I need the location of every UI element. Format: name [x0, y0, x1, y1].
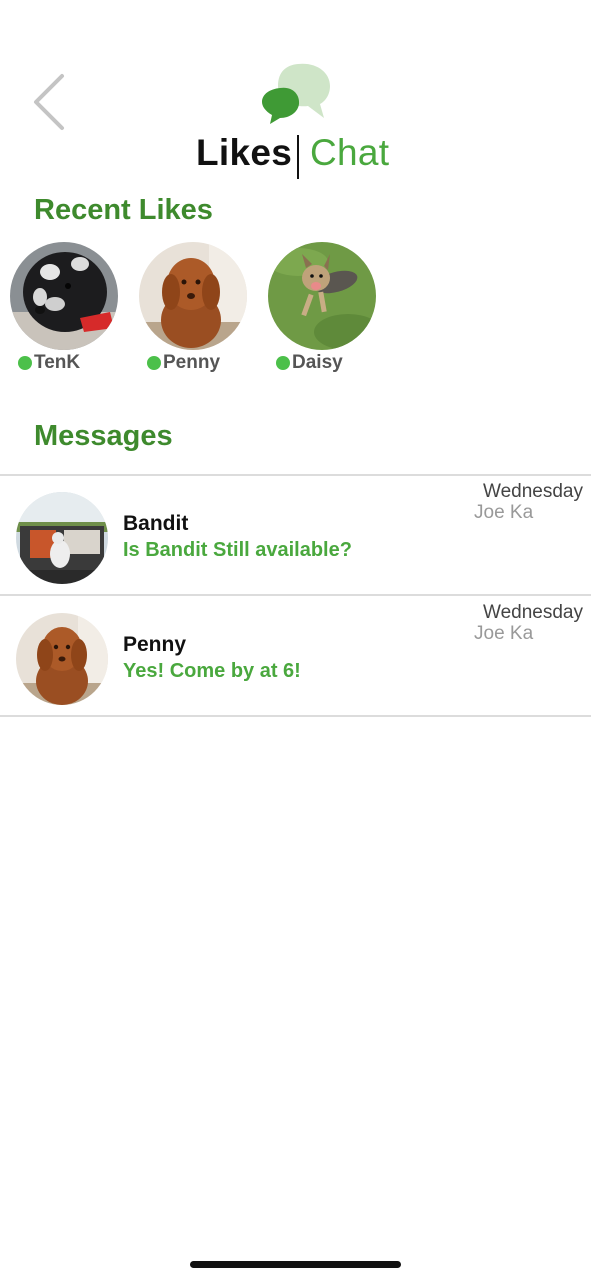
like-item-daisy[interactable]: Daisy	[268, 242, 388, 373]
message-day: Wednesday	[483, 481, 583, 502]
like-name: Penny	[147, 352, 220, 374]
back-button[interactable]	[28, 72, 72, 132]
message-row-bandit[interactable]: Bandit Is Bandit Still available? Wednes…	[0, 476, 591, 596]
message-sender: Joe Ka	[474, 623, 534, 644]
like-item-tenk[interactable]: TenK	[10, 242, 130, 373]
home-indicator[interactable]	[190, 1261, 401, 1268]
recent-likes-list: TenK Penny Daisy	[0, 242, 591, 382]
avatar	[16, 613, 108, 705]
tab-likes[interactable]: Likes	[196, 132, 292, 174]
tab-divider	[297, 135, 299, 179]
message-contact-name: Penny	[123, 633, 187, 656]
like-name-label: TenK	[34, 352, 81, 373]
like-name: Daisy	[276, 352, 343, 374]
online-status-dot	[276, 356, 290, 370]
avatar	[139, 242, 247, 350]
like-name-label: Daisy	[292, 352, 343, 373]
divider	[0, 594, 591, 596]
message-preview: Is Bandit Still available?	[123, 539, 352, 561]
avatar	[16, 492, 108, 584]
like-name-label: Penny	[163, 352, 221, 373]
chat-bubbles-icon	[258, 60, 334, 126]
recent-likes-title: Recent Likes	[34, 194, 213, 226]
like-name: TenK	[18, 352, 80, 374]
message-preview: Yes! Come by at 6!	[123, 660, 301, 682]
message-day: Wednesday	[483, 602, 583, 623]
like-item-penny[interactable]: Penny	[139, 242, 259, 373]
chevron-left-icon	[34, 74, 64, 130]
header-tabs: Likes Chat	[0, 132, 591, 180]
avatar	[10, 242, 118, 350]
message-sender: Joe Ka	[474, 502, 534, 523]
messages-title: Messages	[34, 420, 173, 452]
online-status-dot	[147, 356, 161, 370]
online-status-dot	[18, 356, 32, 370]
divider	[0, 715, 591, 717]
avatar	[268, 242, 376, 350]
message-row-penny[interactable]: Penny Yes! Come by at 6! Wednesday Joe K…	[0, 597, 591, 717]
message-contact-name: Bandit	[123, 512, 189, 535]
tab-chat[interactable]: Chat	[310, 132, 389, 174]
